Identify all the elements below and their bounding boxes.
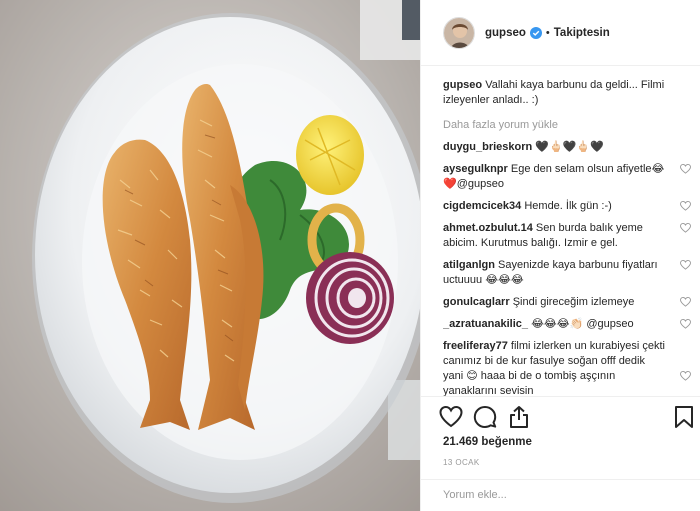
small-heart-icon[interactable] xyxy=(680,260,691,270)
comment-item: duygu_brieskorn 🖤🖕🏻🖤🖕🏻🖤 xyxy=(443,140,691,155)
add-comment-bar xyxy=(421,479,700,511)
comment-icon[interactable] xyxy=(473,405,497,429)
comment-username[interactable]: freeliferay77 xyxy=(443,340,508,352)
post-actions: 21.469 beğenme 13 OCAK xyxy=(421,396,700,510)
comment-username[interactable]: aysegulknpr xyxy=(443,163,508,175)
comment-username[interactable]: gonulcaglarr xyxy=(443,296,510,308)
header-separator: • xyxy=(545,26,550,39)
comment-item: cigdemcicek34 Hemde. İlk gün :-) xyxy=(443,199,691,214)
small-heart-icon[interactable] xyxy=(680,201,691,211)
comment-text: 🖤🖕🏻🖤🖕🏻🖤 xyxy=(535,141,604,153)
load-more-comments-link[interactable]: Daha fazla yorum yükle xyxy=(443,118,691,133)
fish-plate-photo xyxy=(0,0,420,511)
caption-username[interactable]: gupseo xyxy=(443,79,482,91)
comment-text: Hemde. İlk gün :-) xyxy=(524,200,612,212)
post-photo[interactable] xyxy=(0,0,420,511)
comment-item: gonulcaglarr Şindi gireceğim izlemeye xyxy=(443,295,691,310)
share-icon[interactable] xyxy=(507,405,531,429)
comment-item: atilganlgn Sayenizde kaya barbunu fiyatl… xyxy=(443,258,691,288)
comment-username[interactable]: cigdemcicek34 xyxy=(443,200,521,212)
avatar[interactable] xyxy=(443,16,475,49)
small-heart-icon[interactable] xyxy=(680,164,691,174)
post-date: 13 OCAK xyxy=(443,458,480,467)
small-heart-icon[interactable] xyxy=(680,297,691,307)
post-header: gupseo • Takiptesin xyxy=(421,0,700,66)
comments-list: gupseo Vallahi kaya barbunu da geldi... … xyxy=(443,78,691,396)
small-heart-icon[interactable] xyxy=(680,223,691,233)
comment-text: Şindi gireceğim izlemeye xyxy=(512,296,635,308)
follow-status-button[interactable]: Takiptesin xyxy=(554,27,610,39)
comment-item: ahmet.ozbulut.14 Sen burda balık yeme ab… xyxy=(443,221,691,251)
post-sidebar: gupseo • Takiptesin gupseo Vallahi kaya … xyxy=(420,0,700,511)
verified-badge-icon xyxy=(529,26,542,39)
comment-item: freeliferay77 filmi izlerken un kurabiye… xyxy=(443,339,691,396)
action-icons xyxy=(439,405,531,429)
comment-username[interactable]: ahmet.ozbulut.14 xyxy=(443,222,533,234)
likes-count[interactable]: 21.469 beğenme xyxy=(443,436,532,448)
comment-item: aysegulknpr Ege den selam olsun afiyetle… xyxy=(443,162,691,192)
heart-icon[interactable] xyxy=(439,405,463,429)
comment-username[interactable]: atilganlgn xyxy=(443,259,495,271)
comment-input[interactable] xyxy=(443,489,683,501)
bookmark-icon[interactable] xyxy=(673,405,695,429)
comment-username[interactable]: _azratuanakilic_ xyxy=(443,318,528,330)
comment-item: _azratuanakilic_ 😂😂😂👏🏻 @gupseo xyxy=(443,317,691,332)
comment-text: 😂😂😂👏🏻 @gupseo xyxy=(531,318,634,330)
small-heart-icon[interactable] xyxy=(680,319,691,329)
instagram-post: gupseo • Takiptesin gupseo Vallahi kaya … xyxy=(0,0,700,511)
small-heart-icon[interactable] xyxy=(680,371,691,381)
comment-username[interactable]: duygu_brieskorn xyxy=(443,141,532,153)
header-username[interactable]: gupseo xyxy=(485,27,526,39)
post-caption: gupseo Vallahi kaya barbunu da geldi... … xyxy=(443,78,691,108)
